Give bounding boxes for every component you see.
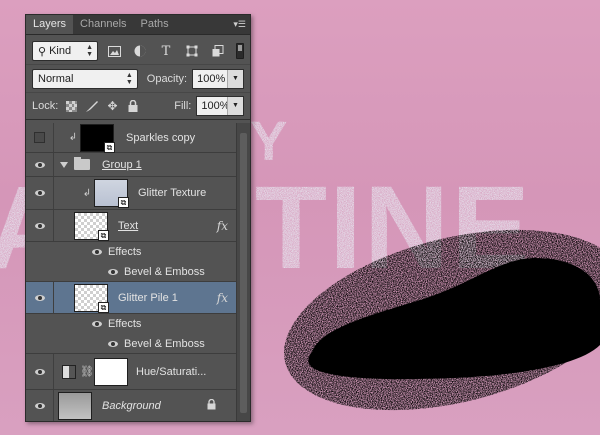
lock-all-icon[interactable] xyxy=(126,98,140,114)
link-chain-icon[interactable]: ⛓ xyxy=(80,365,94,378)
filter-kind-label: Kind xyxy=(49,45,72,57)
clipping-arrow-icon: ↲ xyxy=(68,132,78,143)
layer-text[interactable]: ⧉ Text fx xyxy=(26,210,236,242)
fx-icon[interactable]: fx xyxy=(217,291,228,305)
opacity-input[interactable]: 100% ▼ xyxy=(192,68,244,89)
image-filter-icon[interactable] xyxy=(104,42,124,60)
panel-menu-icon[interactable]: ▾☰ xyxy=(230,18,246,30)
eye-icon xyxy=(34,294,45,301)
smart-object-badge-icon: ⧉ xyxy=(118,197,129,208)
lock-transparent-pixels-icon[interactable] xyxy=(64,98,78,114)
filter-row: ⚲ Kind ▲ ▼ T xyxy=(26,38,250,64)
opacity-value: 100% xyxy=(197,72,226,85)
eye-icon xyxy=(34,403,45,409)
filter-kind-dropdown[interactable]: ⚲ Kind ▲ ▼ xyxy=(32,41,98,61)
eye-icon xyxy=(34,161,45,168)
visibility-toggle[interactable] xyxy=(26,210,54,241)
visibility-toggle[interactable] xyxy=(26,153,54,176)
smart-object-badge-icon: ⧉ xyxy=(98,301,109,313)
fill-input[interactable]: 100% ▼ xyxy=(196,96,244,116)
layer-name[interactable]: Sparkles copy xyxy=(126,132,195,144)
shape-filter-icon[interactable] xyxy=(182,42,202,60)
panel-tabbar: Layers Channels Paths ▾☰ xyxy=(26,15,250,35)
layer-name[interactable]: Glitter Texture xyxy=(138,187,206,199)
visibility-toggle[interactable] xyxy=(26,390,54,421)
layers-list: ↲ ⧉ Sparkles copy Group 1 ↲ ⧉ Glitter Te… xyxy=(26,123,236,421)
layer-thumbnail[interactable] xyxy=(58,392,92,420)
eye-icon[interactable] xyxy=(108,340,118,347)
tab-channels[interactable]: Channels xyxy=(73,15,133,34)
visibility-toggle[interactable] xyxy=(26,123,54,152)
lock-row: Lock: ✥ Fill: 100% ▼ xyxy=(26,92,250,120)
folder-icon xyxy=(74,157,90,170)
layer-group-1[interactable]: Group 1 xyxy=(26,153,236,177)
lock-position-move-icon[interactable]: ✥ xyxy=(105,98,119,114)
layer-name[interactable]: Background xyxy=(102,400,161,412)
layer-thumbnail[interactable]: ⧉ xyxy=(80,123,115,153)
clipping-arrow-icon: ↲ xyxy=(82,187,92,199)
layer-name[interactable]: Hue/Saturati... xyxy=(136,366,206,378)
visibility-toggle[interactable] xyxy=(26,177,54,209)
visibility-off-box-icon xyxy=(34,132,45,143)
lock-image-pixels-brush-icon[interactable] xyxy=(85,98,99,114)
layer-thumbnail[interactable]: ⧉ xyxy=(94,179,129,208)
eye-icon[interactable] xyxy=(108,268,118,275)
layer-thumbnail[interactable]: ⧉ xyxy=(74,211,109,241)
adjustment-filter-icon[interactable] xyxy=(130,42,150,60)
chevron-updown-icon: ▲ ▼ xyxy=(86,44,93,58)
layer-name[interactable]: Text xyxy=(118,220,138,232)
chevron-updown-icon: ▲ ▼ xyxy=(125,71,133,86)
effect-bevel-emboss-row[interactable]: Bevel & Emboss xyxy=(26,334,236,354)
chevron-down-icon[interactable]: ▼ xyxy=(227,69,243,88)
effects-label: Effects xyxy=(108,246,142,258)
effect-name: Bevel & Emboss xyxy=(124,265,205,278)
effects-label: Effects xyxy=(108,318,142,330)
lock-icon xyxy=(207,398,216,413)
blend-mode-value: Normal xyxy=(38,72,74,85)
blend-row: Normal ▲ ▼ Opacity: 100% ▼ xyxy=(26,64,250,92)
smart-object-badge-icon: ⧉ xyxy=(98,229,109,241)
fx-icon[interactable]: fx xyxy=(217,219,228,233)
visibility-toggle[interactable] xyxy=(26,282,54,313)
tab-paths[interactable]: Paths xyxy=(134,15,176,34)
filter-toggle-switch[interactable] xyxy=(236,43,244,59)
type-filter-icon[interactable]: T xyxy=(156,42,176,60)
effects-row[interactable]: Effects xyxy=(26,242,236,262)
search-icon: ⚲ xyxy=(38,45,47,58)
tab-layers[interactable]: Layers xyxy=(26,15,74,34)
scrollbar-thumb[interactable] xyxy=(240,133,247,413)
effect-name: Bevel & Emboss xyxy=(124,337,205,350)
blend-mode-dropdown[interactable]: Normal ▲ ▼ xyxy=(32,68,138,89)
layer-mask-thumbnail[interactable] xyxy=(94,357,128,386)
layers-scrollbar[interactable] xyxy=(236,123,250,421)
eye-icon xyxy=(34,190,45,196)
fill-value: 100% xyxy=(201,100,230,112)
chevron-down-icon[interactable]: ▼ xyxy=(226,97,243,115)
layer-glitter-texture[interactable]: ↲ ⧉ Glitter Texture xyxy=(26,177,236,210)
eye-icon xyxy=(34,368,45,375)
layer-sparkles-copy[interactable]: ↲ ⧉ Sparkles copy xyxy=(26,123,236,153)
opacity-label: Opacity: xyxy=(146,72,188,85)
layer-name[interactable]: Glitter Pile 1 xyxy=(118,292,178,304)
eye-icon[interactable] xyxy=(92,249,102,255)
effect-bevel-emboss-row[interactable]: Bevel & Emboss xyxy=(26,262,236,282)
hue-saturation-adjustment-icon[interactable] xyxy=(62,364,76,379)
chevron-down-icon[interactable] xyxy=(60,161,68,168)
smart-object-badge-icon: ⧉ xyxy=(104,141,115,153)
layer-hue-saturation[interactable]: ⛓ Hue/Saturati... xyxy=(26,354,236,390)
layers-panel: Layers Channels Paths ▾☰ ⚲ Kind ▲ ▼ T Nor… xyxy=(25,14,251,422)
layer-background[interactable]: Background xyxy=(26,390,236,421)
fill-label: Fill: xyxy=(174,100,192,112)
lock-label: Lock: xyxy=(32,100,59,112)
layer-thumbnail[interactable]: ⧉ xyxy=(74,283,109,313)
eye-icon[interactable] xyxy=(92,321,102,327)
effects-row[interactable]: Effects xyxy=(26,314,236,334)
visibility-toggle[interactable] xyxy=(26,354,54,389)
eye-icon xyxy=(34,222,45,229)
smart-object-filter-icon[interactable] xyxy=(208,42,228,60)
layer-glitter-pile-1[interactable]: ⧉ Glitter Pile 1 fx xyxy=(26,282,236,314)
layer-name[interactable]: Group 1 xyxy=(102,159,142,171)
